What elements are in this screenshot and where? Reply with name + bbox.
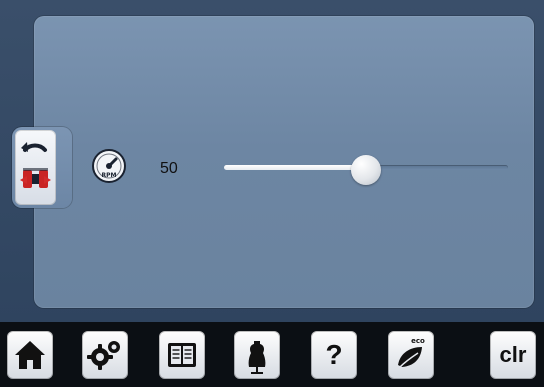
sidebar-back-speed-button[interactable] [15, 130, 56, 205]
clear-button[interactable]: clr [490, 331, 536, 379]
dress-form-icon [248, 341, 266, 374]
creative-consultant-button[interactable] [234, 331, 280, 379]
settings-button[interactable] [82, 331, 128, 379]
sewing-foot-speed-icon [20, 168, 51, 188]
slider-thumb[interactable] [351, 155, 381, 185]
eco-button[interactable]: eco [388, 331, 434, 379]
home-icon [15, 341, 45, 369]
back-arrow-icon [20, 142, 51, 188]
gauge-label: RPM [102, 172, 117, 179]
question-mark-icon: ? [325, 339, 343, 370]
eco-label: eco [411, 337, 425, 345]
clear-label: clr [499, 342, 527, 367]
home-button[interactable] [7, 331, 53, 379]
tutorial-button[interactable] [159, 331, 205, 379]
help-button[interactable]: ? [311, 331, 357, 379]
eco-leaf-icon: eco [398, 337, 425, 368]
speed-value: 50 [160, 160, 178, 177]
slider-fill [224, 165, 366, 170]
rpm-gauge-icon: RPM [92, 149, 126, 183]
settings-gear-icon [87, 341, 120, 370]
speed-slider[interactable] [224, 155, 508, 185]
book-icon [168, 343, 196, 367]
